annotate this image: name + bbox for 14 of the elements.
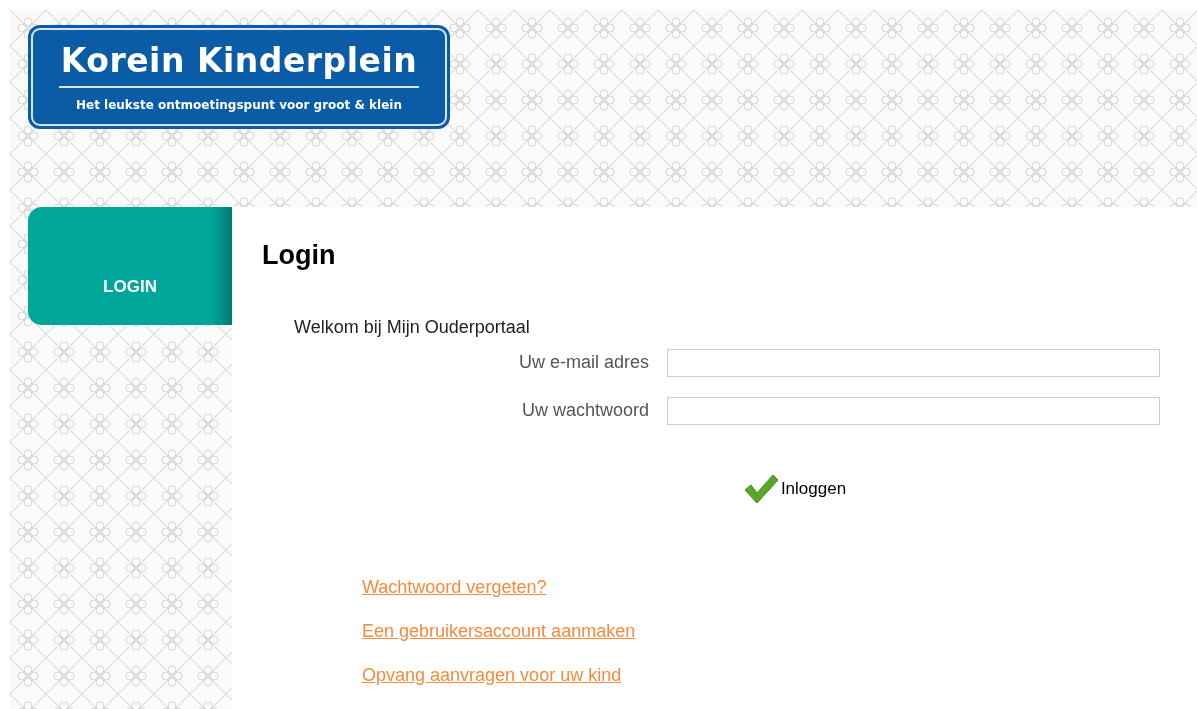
login-button[interactable]: Inloggen — [742, 472, 847, 505]
nav-tab[interactable]: LOGIN — [28, 207, 232, 325]
checkmark-icon — [742, 472, 779, 505]
text-link[interactable]: Opvang aanvragen voor uw kind — [362, 662, 622, 687]
text-link[interactable]: Een gebruikersaccount aanmaken — [362, 618, 636, 643]
input-field[interactable] — [667, 396, 1160, 425]
welcome-text: Welkom bij Mijn Ouderportaal — [294, 315, 531, 339]
logo-title: Korein Kinderplein — [58, 42, 420, 88]
page-heading: Login — [262, 239, 337, 272]
logo-tagline: Het leukste ontmoetingspunt voor groot & klein — [75, 97, 402, 114]
input-field[interactable] — [667, 348, 1160, 377]
field-label: Uw e-mail adres — [517, 351, 650, 374]
text-link[interactable]: Wachtwoord vergeten? — [362, 574, 547, 599]
field-label: Uw wachtwoord — [520, 399, 650, 422]
